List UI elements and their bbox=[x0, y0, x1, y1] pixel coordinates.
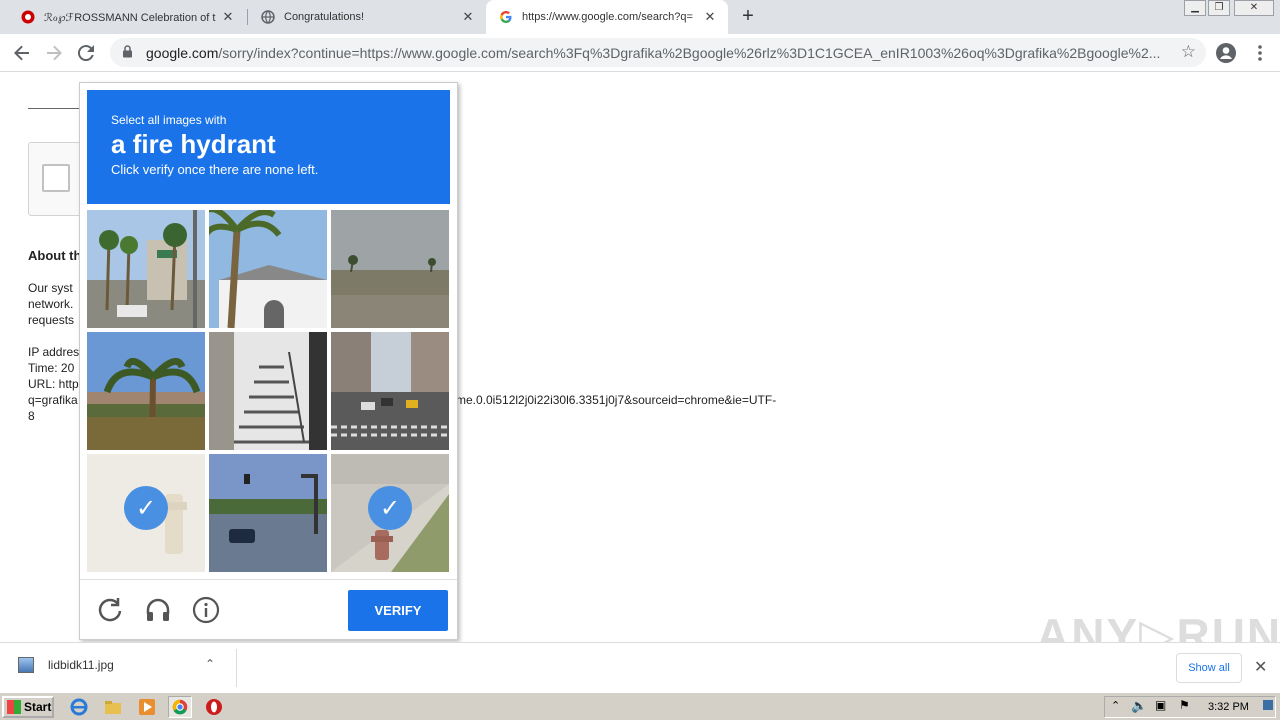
windows-logo-icon bbox=[7, 700, 21, 714]
google-favicon-icon bbox=[498, 9, 514, 25]
info-line-2: network. bbox=[28, 297, 74, 311]
verify-button[interactable]: VERIFY bbox=[348, 590, 448, 631]
close-window-button[interactable]: ✕ bbox=[1234, 0, 1274, 16]
show-all-button[interactable]: Show all bbox=[1176, 653, 1242, 683]
query-line: q=grafika bbox=[28, 393, 78, 407]
captcha-tile-7[interactable]: ✓ bbox=[87, 454, 205, 572]
captcha-header: Select all images with a fire hydrant Cl… bbox=[87, 90, 450, 204]
info-icon[interactable] bbox=[192, 596, 220, 624]
captcha-tile-1[interactable] bbox=[87, 210, 205, 328]
media-player-icon[interactable] bbox=[138, 698, 156, 716]
audio-challenge-icon[interactable] bbox=[144, 596, 172, 624]
captcha-tile-4[interactable] bbox=[87, 332, 205, 450]
ip-address-line: IP addres bbox=[28, 345, 80, 359]
opera-icon[interactable] bbox=[205, 698, 223, 716]
start-button[interactable]: Start bbox=[2, 696, 54, 718]
reload-icon[interactable] bbox=[74, 41, 98, 65]
windows-taskbar: Start ⌃ 🔈 ▣ ⚑ 3:32 PM bbox=[0, 692, 1280, 720]
ie-icon[interactable] bbox=[70, 698, 88, 716]
time-line: Time: 20 bbox=[28, 361, 75, 375]
profile-avatar-icon[interactable] bbox=[1214, 41, 1238, 65]
tab-title: https://www.google.com/search?q= bbox=[522, 11, 693, 23]
captcha-image-grid: ✓ ✓ bbox=[87, 210, 451, 574]
tab-strip: ℛℴ℘ℱROSSMANN Celebration of t ✕ Congratu… bbox=[0, 0, 1280, 34]
chevron-up-icon[interactable]: ⌃ bbox=[205, 657, 215, 671]
info-line-1: Our syst bbox=[28, 281, 73, 295]
tab-congratulations[interactable]: Congratulations! ✕ bbox=[240, 0, 486, 34]
tab-title: ℛℴ℘ℱROSSMANN Celebration of t bbox=[44, 11, 216, 24]
minimize-button[interactable]: ▁ bbox=[1184, 0, 1206, 16]
tab-close-icon[interactable]: ✕ bbox=[220, 9, 236, 25]
selected-check-icon: ✓ bbox=[368, 486, 412, 530]
folder-icon[interactable] bbox=[104, 698, 122, 716]
browser-menu-icon[interactable] bbox=[1248, 41, 1272, 65]
tray-expand-icon[interactable]: ⌃ bbox=[1111, 699, 1120, 712]
system-tray: ⌃ 🔈 ▣ ⚑ bbox=[1104, 696, 1276, 718]
captcha-footer: VERIFY bbox=[80, 579, 457, 639]
address-bar[interactable]: google.com/sorry/index?continue=https://… bbox=[110, 38, 1206, 67]
chrome-taskbar-icon[interactable] bbox=[168, 696, 192, 718]
lock-icon bbox=[122, 44, 136, 61]
recaptcha-checkbox[interactable] bbox=[42, 164, 70, 192]
flag-icon[interactable]: ⚑ bbox=[1179, 698, 1190, 712]
new-tab-button[interactable]: + bbox=[738, 6, 758, 26]
captcha-tile-3[interactable] bbox=[331, 210, 449, 328]
address-url: google.com/sorry/index?continue=https://… bbox=[146, 44, 1161, 61]
tab-google-search[interactable]: https://www.google.com/search?q= ✕ bbox=[486, 0, 728, 34]
clock: 3:32 PM bbox=[1208, 701, 1249, 713]
captcha-tile-2[interactable] bbox=[209, 210, 327, 328]
download-shelf: lidbidk11.jpg ⌃ Show all ✕ bbox=[0, 642, 1280, 692]
bookmark-star-icon[interactable]: ☆ bbox=[1181, 42, 1196, 62]
selected-check-icon: ✓ bbox=[124, 486, 168, 530]
download-item[interactable]: lidbidk11.jpg bbox=[18, 657, 114, 673]
tab-title: Congratulations! bbox=[284, 11, 365, 23]
start-label: Start bbox=[24, 700, 52, 714]
captcha-tile-6[interactable] bbox=[331, 332, 449, 450]
url-tail-8: 8 bbox=[28, 409, 35, 423]
download-filename: lidbidk11.jpg bbox=[48, 658, 114, 672]
tab-close-icon[interactable]: ✕ bbox=[460, 9, 476, 25]
captcha-tile-9[interactable]: ✓ bbox=[331, 454, 449, 572]
divider bbox=[236, 649, 237, 687]
close-shelf-icon[interactable]: ✕ bbox=[1254, 657, 1267, 677]
globe-icon bbox=[260, 9, 276, 25]
captcha-challenge-dialog: Select all images with a fire hydrant Cl… bbox=[79, 82, 458, 640]
captcha-instruction: Click verify once there are none left. bbox=[111, 162, 319, 177]
browser-toolbar: google.com/sorry/index?continue=https://… bbox=[0, 34, 1280, 72]
image-file-icon bbox=[18, 657, 34, 673]
back-arrow-icon[interactable] bbox=[10, 41, 34, 65]
restore-button[interactable]: ❐ bbox=[1208, 0, 1230, 16]
network-icon[interactable]: ▣ bbox=[1155, 698, 1166, 712]
reload-challenge-icon[interactable] bbox=[96, 596, 124, 624]
captcha-tile-8[interactable] bbox=[209, 454, 327, 572]
tab-rossmann[interactable]: ℛℴ℘ℱROSSMANN Celebration of t ✕ bbox=[0, 0, 246, 34]
volume-icon[interactable]: 🔈 bbox=[1131, 698, 1147, 714]
tab-close-icon[interactable]: ✕ bbox=[702, 9, 718, 25]
url-line: URL: http bbox=[28, 377, 79, 391]
captcha-prompt: Select all images with bbox=[111, 113, 227, 127]
show-desktop-icon[interactable] bbox=[1263, 700, 1273, 710]
captcha-target-object: a fire hydrant bbox=[111, 129, 276, 159]
about-heading: About th bbox=[28, 248, 82, 263]
forward-arrow-icon[interactable] bbox=[42, 41, 66, 65]
captcha-tile-5[interactable] bbox=[209, 332, 327, 450]
rossmann-favicon-icon bbox=[20, 9, 36, 25]
url-tail-text: me.0.0i512l2j0i22i30l6.3351j0j7&sourceid… bbox=[456, 393, 777, 407]
info-line-3: requests bbox=[28, 313, 75, 327]
